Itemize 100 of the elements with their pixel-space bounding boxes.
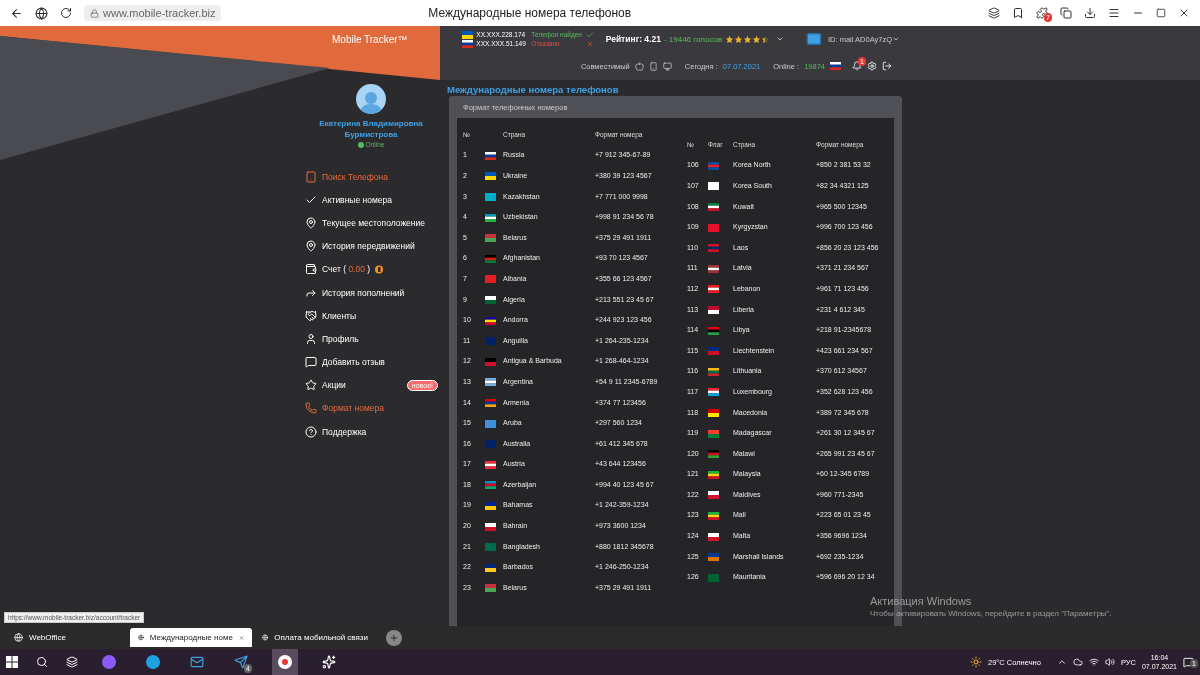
- flag-icon: [462, 39, 474, 48]
- flag-icon: [708, 491, 719, 500]
- user-name: Екатерина Владимировна Бурмистрова: [318, 118, 424, 140]
- logout-icon[interactable]: [882, 61, 892, 71]
- flag-icon: [708, 244, 719, 253]
- flag-icon: [485, 522, 496, 531]
- network-icon[interactable]: [1088, 657, 1099, 667]
- menu-item[interactable]: Добавить отзыв: [300, 350, 442, 374]
- browser-tab[interactable]: Оплата мобильной связи: [254, 628, 376, 647]
- map-pin-icon: [305, 240, 317, 253]
- flag-icon: [485, 254, 496, 263]
- menu-item[interactable]: Счет ( 0.00 ): [300, 257, 442, 281]
- menu-item[interactable]: Активные номера: [300, 188, 442, 212]
- back-icon[interactable]: [10, 6, 23, 20]
- cross-icon: [586, 39, 595, 48]
- browser-tab[interactable]: WebOffice: [6, 628, 128, 647]
- flag-icon: [708, 553, 719, 562]
- menu-icon[interactable]: [1108, 7, 1120, 19]
- user-icon: [305, 332, 317, 345]
- flag-icon: [485, 296, 496, 305]
- flag-icon: [708, 285, 719, 294]
- flag-icon: [708, 347, 719, 356]
- flag-icon: [708, 409, 719, 417]
- reload-icon[interactable]: [60, 7, 72, 19]
- flag-icon: [485, 213, 496, 222]
- caret-icon[interactable]: [892, 35, 900, 43]
- flag-icon: [462, 30, 474, 39]
- flag-icon: [708, 367, 719, 376]
- menu-item[interactable]: Профиль: [300, 327, 442, 351]
- search-icon[interactable]: [36, 656, 48, 668]
- tablet-icon: [305, 170, 317, 183]
- browser-app-icon[interactable]: [272, 649, 298, 675]
- bitcoin-icon: [375, 264, 384, 274]
- close-icon[interactable]: [1178, 7, 1190, 19]
- flag-icon: [485, 543, 496, 552]
- tray-caret-icon[interactable]: [1056, 657, 1067, 667]
- plus-icon: [389, 632, 399, 643]
- menu-item[interactable]: Формат номера: [300, 396, 442, 421]
- menu-item[interactable]: Поддержка: [300, 420, 442, 444]
- flag-icon: [485, 584, 496, 593]
- browser-tab[interactable]: Международные номе: [130, 628, 252, 647]
- map-pin-icon: [305, 216, 317, 229]
- phone-icon: [305, 402, 317, 415]
- votes-count: - 19446 голосов: [663, 34, 723, 44]
- flag-icon: [708, 450, 719, 459]
- lock-icon: [90, 8, 99, 18]
- handshake-icon: [305, 309, 317, 322]
- flag-icon: [485, 399, 496, 407]
- language-flag-icon: [830, 62, 841, 70]
- flag-icon: [485, 481, 496, 490]
- help-icon: [305, 425, 317, 438]
- activation-title: Активация Windows: [870, 595, 973, 607]
- flag-icon: [708, 512, 719, 520]
- new-tab-button[interactable]: [386, 629, 402, 646]
- site-icon: [262, 633, 269, 642]
- flag-icon: [485, 316, 496, 325]
- maximize-icon[interactable]: [1156, 8, 1166, 18]
- flag-icon: [708, 532, 719, 541]
- mail-icon[interactable]: [806, 31, 823, 47]
- status-dot: [357, 141, 364, 148]
- site-icon: [138, 633, 144, 642]
- flag-icon: [708, 573, 719, 582]
- flag-icon: [485, 419, 496, 428]
- flag-icon: [485, 337, 496, 346]
- collections-icon[interactable]: [1060, 7, 1072, 19]
- caret-icon[interactable]: [776, 35, 785, 43]
- flag-icon: [485, 460, 496, 469]
- rating-label: Рейтинг: 4.21: [605, 34, 661, 44]
- flag-icon: [485, 193, 496, 202]
- flag-icon: [485, 172, 496, 181]
- flag-icon: [485, 378, 496, 387]
- settings-icon[interactable]: [867, 61, 877, 71]
- flag-icon: [708, 429, 719, 438]
- flag-icon: [485, 440, 496, 449]
- avatar: [356, 84, 386, 114]
- check-icon: [586, 30, 595, 39]
- chat-icon: [305, 356, 317, 369]
- menu-item[interactable]: Клиенты: [300, 304, 442, 328]
- address-bar[interactable]: www.mobile-tracker.biz: [84, 5, 222, 21]
- flag-icon: [708, 306, 719, 315]
- flag-icon: [485, 502, 496, 510]
- flag-icon: [485, 357, 496, 366]
- site-icon: [14, 633, 23, 642]
- flag-icon: [708, 161, 719, 170]
- flag-icon: [708, 264, 719, 273]
- start-icon[interactable]: [6, 656, 18, 668]
- flag-icon: [708, 223, 719, 232]
- volume-icon[interactable]: [1104, 657, 1115, 667]
- bookmark-icon[interactable]: [1012, 7, 1024, 19]
- star-icon: [305, 379, 317, 392]
- cloud-icon[interactable]: [1072, 657, 1083, 667]
- flag-icon: [708, 326, 719, 335]
- section-title: Международные номера телефонов: [447, 84, 620, 96]
- menu-item[interactable]: Поиск Телефона: [300, 165, 442, 189]
- menu-item[interactable]: История передвижений: [300, 234, 442, 258]
- menu-item[interactable]: Текущее местоположение: [300, 211, 442, 235]
- flag-icon: [485, 234, 496, 243]
- download-icon[interactable]: [1084, 7, 1096, 19]
- menu-item[interactable]: История пополнений: [300, 280, 442, 305]
- flag-icon: [708, 182, 719, 191]
